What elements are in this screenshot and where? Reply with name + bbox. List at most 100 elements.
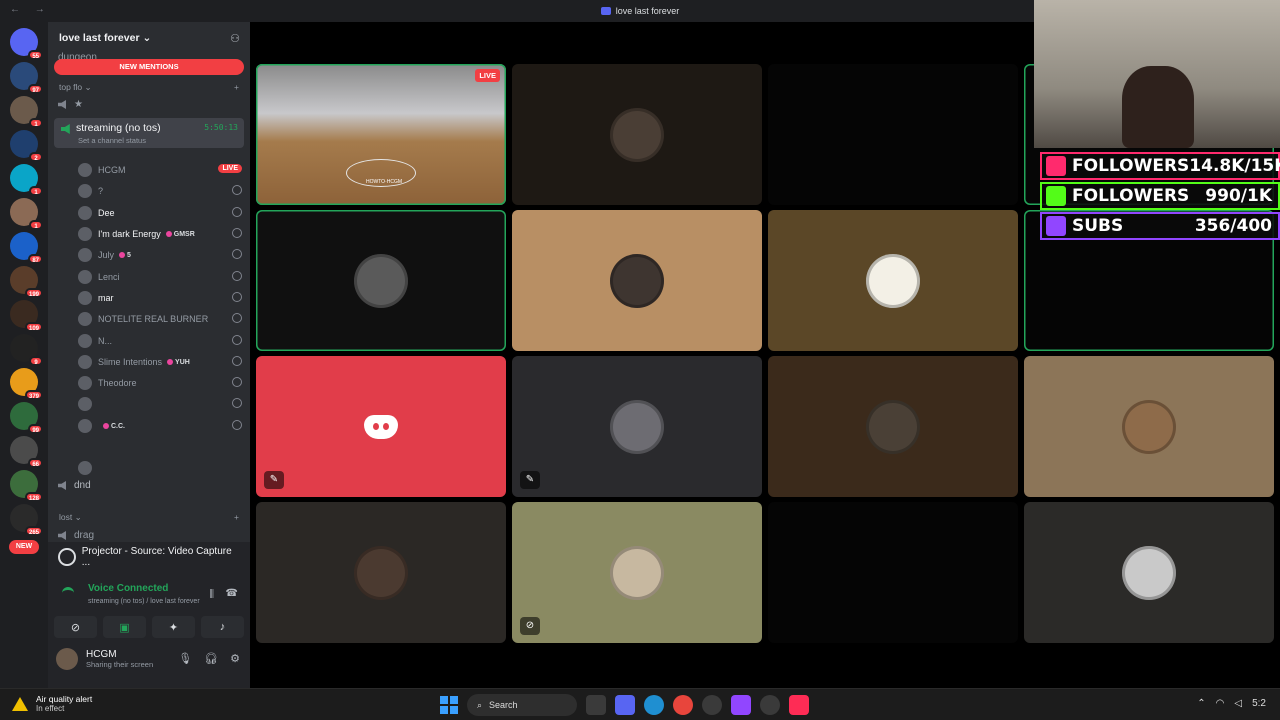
- screen-share-button[interactable]: ▣: [103, 616, 146, 638]
- server-icon[interactable]: 379: [10, 368, 43, 400]
- disconnect-icon[interactable]: ☎: [226, 588, 238, 599]
- user-name: N...: [98, 336, 113, 346]
- server-icon[interactable]: 55: [10, 28, 43, 60]
- server-icon[interactable]: 9: [10, 334, 43, 366]
- channel-sidebar: love last forever ⌄ ⚇ dungeon NEW MENTIO…: [48, 22, 250, 688]
- gear-icon[interactable]: ⚙: [230, 652, 240, 665]
- new-mentions-bar[interactable]: NEW MENTIONS: [54, 59, 244, 75]
- participant-tile[interactable]: [256, 502, 506, 643]
- activities-button[interactable]: ✦: [152, 616, 195, 638]
- participant-tile[interactable]: ✎: [256, 356, 506, 497]
- chevron-up-icon[interactable]: ⌃: [1197, 698, 1205, 709]
- server-icon[interactable]: 1: [10, 198, 43, 230]
- participant-tile[interactable]: [1024, 356, 1274, 497]
- projector-label: Projector - Source: Video Capture ...: [81, 546, 232, 568]
- weather-widget[interactable]: Air quality alert In effect: [12, 694, 92, 713]
- channel-dnd[interactable]: dnd: [58, 480, 91, 491]
- server-icon[interactable]: 128: [10, 470, 43, 502]
- participant-tile[interactable]: [512, 64, 762, 205]
- twitch-taskbar-icon[interactable]: [731, 695, 751, 715]
- voice-user[interactable]: I'm dark Energy GMSR: [78, 225, 242, 243]
- microphone-icon[interactable]: 🎙︎: [178, 652, 192, 665]
- channel-drag[interactable]: drag: [58, 530, 94, 541]
- noise-suppression-icon[interactable]: ⫼: [209, 589, 214, 600]
- goal-row: SUBS 356/400: [1040, 212, 1280, 240]
- participant-tile[interactable]: [1024, 502, 1274, 643]
- add-channel-icon[interactable]: +: [234, 512, 239, 523]
- avatar: [78, 248, 92, 262]
- server-icon[interactable]: 66: [10, 436, 43, 468]
- soundboard-button[interactable]: ♪: [201, 616, 244, 638]
- server-icon[interactable]: 2: [10, 130, 43, 162]
- volume-icon[interactable]: ◁: [1234, 698, 1242, 709]
- server-icon[interactable]: 1: [10, 164, 43, 196]
- speaker-icon: [58, 100, 66, 109]
- voice-user[interactable]: [78, 459, 242, 477]
- wifi-icon[interactable]: ◠: [1216, 698, 1225, 709]
- twitch-icon: [1046, 216, 1066, 236]
- channel-status[interactable]: Set a channel status: [78, 136, 146, 145]
- voice-user[interactable]: NOTELITE REAL BURNER: [78, 310, 242, 328]
- voice-user[interactable]: Lenci: [78, 268, 242, 286]
- voice-user[interactable]: N...: [78, 332, 242, 350]
- voice-user[interactable]: C.C.: [78, 417, 242, 435]
- unread-badge: 109: [24, 322, 43, 332]
- add-member-icon[interactable]: ⚇: [230, 32, 240, 45]
- guild-header[interactable]: love last forever ⌄ ⚇: [48, 22, 250, 54]
- participant-tile[interactable]: [768, 356, 1018, 497]
- voice-user[interactable]: Theodore: [78, 374, 242, 392]
- windows-start-icon[interactable]: [440, 696, 458, 714]
- new-servers-badge[interactable]: NEW: [9, 540, 39, 554]
- voice-user[interactable]: Dee: [78, 204, 242, 222]
- user-tag: 5: [119, 252, 131, 259]
- obs-taskbar-icon[interactable]: [760, 695, 780, 715]
- voice-user[interactable]: July 5: [78, 246, 242, 264]
- participant-tile[interactable]: [768, 210, 1018, 351]
- speaker-icon: [58, 531, 66, 540]
- taskbar-search[interactable]: ⌕ Search: [467, 694, 577, 716]
- participant-tile[interactable]: ✎: [512, 356, 762, 497]
- system-tray[interactable]: ⌃ ◠ ◁ 5:2: [1197, 698, 1266, 709]
- server-icon[interactable]: 109: [10, 300, 43, 332]
- participant-tile[interactable]: [512, 210, 762, 351]
- category-top-flo[interactable]: top flo ⌄ +: [59, 82, 239, 93]
- voice-user[interactable]: ?: [78, 182, 242, 200]
- server-icon[interactable]: 1: [10, 96, 43, 128]
- voice-channel-path[interactable]: streaming (no tos) / love last forever: [88, 598, 200, 605]
- channel-star[interactable]: ★: [58, 99, 83, 110]
- server-icon[interactable]: 97: [10, 62, 43, 94]
- server-icon[interactable]: 265: [10, 504, 43, 536]
- headphones-icon[interactable]: 🎧︎: [204, 652, 218, 665]
- server-icon[interactable]: 199: [10, 266, 43, 298]
- add-channel-icon[interactable]: +: [234, 82, 239, 93]
- channel-streaming[interactable]: streaming (no tos) Set a channel status …: [54, 118, 244, 148]
- participant-tile[interactable]: [768, 502, 1018, 643]
- category-lost[interactable]: lost ⌄ +: [59, 512, 239, 523]
- signal-icon[interactable]: [62, 587, 74, 599]
- participant-tile[interactable]: [768, 64, 1018, 205]
- edge-icon[interactable]: [644, 695, 664, 715]
- avatar: [610, 253, 664, 308]
- clock[interactable]: 5:2: [1252, 698, 1266, 709]
- user-area[interactable]: HCGM Sharing their screen: [56, 648, 153, 670]
- voice-user[interactable]: Slime Intentions YUH: [78, 353, 242, 371]
- participant-tile[interactable]: ⊘: [512, 502, 762, 643]
- task-view-icon[interactable]: [586, 695, 606, 715]
- participant-tile[interactable]: [256, 210, 506, 351]
- nav-arrows[interactable]: ← →: [10, 4, 51, 15]
- voice-connected-label[interactable]: Voice Connected: [88, 583, 168, 594]
- stream-tile[interactable]: LIVE HOWTO·HCGM: [256, 64, 506, 205]
- server-icon[interactable]: 87: [10, 232, 43, 264]
- server-icon[interactable]: 99: [10, 402, 43, 434]
- voice-user[interactable]: HCGM LIVE: [78, 161, 242, 179]
- tiktok-taskbar-icon[interactable]: [789, 695, 809, 715]
- voice-user[interactable]: [78, 395, 242, 413]
- camera-off-button[interactable]: ⊘: [54, 616, 97, 638]
- discord-icon: [600, 7, 611, 15]
- voice-user[interactable]: mar: [78, 289, 242, 307]
- avatar: [866, 253, 920, 308]
- media-player-icon[interactable]: [702, 695, 722, 715]
- projector-notice[interactable]: Projector - Source: Video Capture ...: [48, 542, 250, 572]
- discord-taskbar-icon[interactable]: [615, 695, 635, 715]
- chrome-icon[interactable]: [673, 695, 693, 715]
